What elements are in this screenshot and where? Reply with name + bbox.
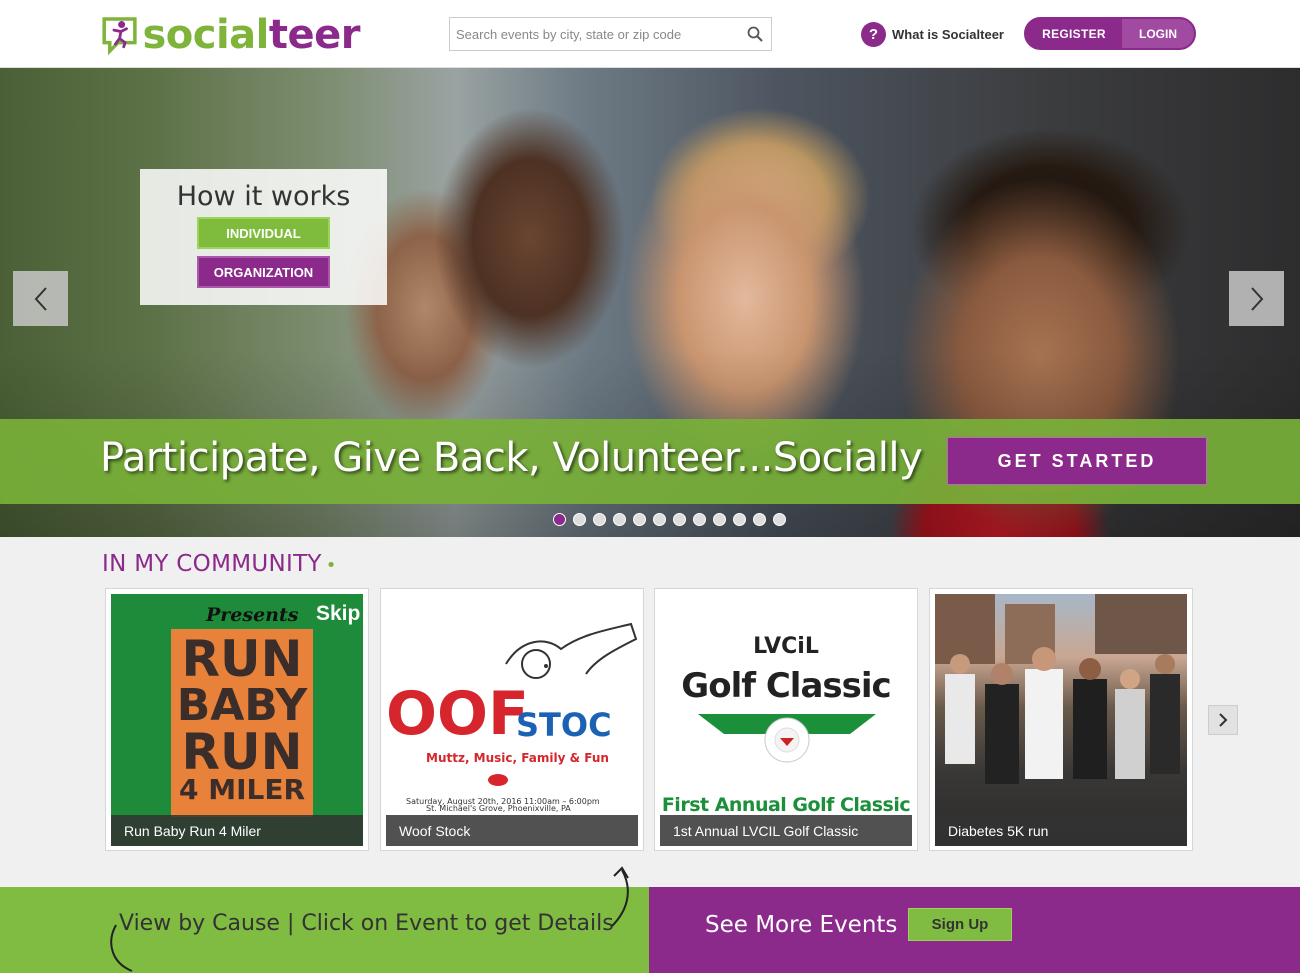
logo[interactable]: socialteer bbox=[100, 6, 361, 64]
carousel-dot[interactable] bbox=[573, 513, 586, 526]
community-title: IN MY COMMUNITY • bbox=[102, 551, 337, 577]
carousel-dot[interactable] bbox=[673, 513, 686, 526]
event-caption: Woof Stock bbox=[386, 815, 638, 846]
event-card[interactable]: Diabetes 5K run bbox=[929, 588, 1193, 851]
curl-arrow-icon bbox=[611, 866, 629, 927]
title-bullet: • bbox=[325, 555, 337, 576]
carousel-dot[interactable] bbox=[653, 513, 666, 526]
event-card[interactable]: Presents Skip RUN BABY RUN 4 MILER Run B… bbox=[105, 588, 369, 851]
view-by-cause-bar: View by Cause | Click on Event to get De… bbox=[0, 887, 649, 973]
what-is-link[interactable]: ? What is Socialteer bbox=[861, 22, 1004, 47]
event-caption: Diabetes 5K run bbox=[935, 815, 1187, 846]
event-image: Diabetes 5K run bbox=[935, 594, 1187, 846]
see-more-events-link[interactable]: See More Events bbox=[705, 912, 897, 938]
community-title-text: IN MY COMMUNITY bbox=[102, 551, 322, 577]
carousel-dot[interactable] bbox=[633, 513, 646, 526]
auth-buttons: REGISTER LOGIN bbox=[1024, 17, 1196, 50]
event-image: LVCiL Golf Classic First Annual Golf Cla… bbox=[660, 594, 912, 846]
search-icon[interactable] bbox=[739, 18, 771, 50]
individual-button[interactable]: INDIVIDUAL bbox=[197, 217, 330, 249]
organization-button[interactable]: ORGANIZATION bbox=[197, 256, 330, 288]
carousel-next-button[interactable] bbox=[1229, 271, 1284, 326]
event-card[interactable]: LVCiL Golf Classic First Annual Golf Cla… bbox=[654, 588, 918, 851]
event-card[interactable]: OOF STOC Muttz, Music, Family & Fun Satu… bbox=[380, 588, 644, 851]
event-caption: Run Baby Run 4 Miler bbox=[111, 815, 363, 846]
logo-text-social: social bbox=[142, 12, 269, 58]
hero-banner: Participate, Give Back, Volunteer...Soci… bbox=[0, 419, 1300, 504]
hero-tagline: Participate, Give Back, Volunteer...Soci… bbox=[100, 435, 923, 481]
how-it-works-box: How it works INDIVIDUAL ORGANIZATION bbox=[140, 169, 387, 305]
woofstock-art: OOF STOC Muttz, Music, Family & Fun Satu… bbox=[386, 622, 638, 806]
poster-line: RUN bbox=[181, 630, 303, 688]
golf-title: Golf Classic bbox=[681, 666, 891, 706]
carousel-dot[interactable] bbox=[733, 513, 746, 526]
carousel-dot[interactable] bbox=[753, 513, 766, 526]
poster-presents: Presents bbox=[206, 604, 299, 626]
logo-wordmark: socialteer bbox=[142, 12, 360, 58]
event-caption: 1st Annual LVCIL Golf Classic bbox=[660, 815, 912, 846]
carousel-dot[interactable] bbox=[693, 513, 706, 526]
see-more-bar: See More Events Sign Up bbox=[649, 887, 1300, 973]
search-input[interactable] bbox=[450, 18, 739, 50]
login-button[interactable]: LOGIN bbox=[1122, 19, 1194, 48]
woofstock-sub: Muttz, Music, Family & Fun bbox=[426, 751, 609, 765]
what-is-label: What is Socialteer bbox=[892, 27, 1004, 42]
curl-arrow-icon bbox=[110, 924, 133, 972]
carousel-prev-button[interactable] bbox=[13, 271, 68, 326]
poster-skip: Skip bbox=[316, 602, 361, 625]
carousel-dot[interactable] bbox=[613, 513, 626, 526]
search-box bbox=[449, 17, 772, 51]
golf-ribbon bbox=[698, 714, 876, 763]
site-header: socialteer ? What is Socialteer REGISTER… bbox=[0, 0, 1300, 68]
logo-text-teer: teer bbox=[268, 12, 361, 58]
poster-sign: RUN BABY RUN 4 MILER bbox=[171, 629, 313, 817]
chevron-right-icon bbox=[1219, 713, 1228, 727]
sign-up-button[interactable]: Sign Up bbox=[908, 908, 1012, 941]
runners-photo bbox=[935, 594, 1187, 784]
event-image: OOF STOC Muttz, Music, Family & Fun Satu… bbox=[386, 594, 638, 846]
poster-line: 4 MILER bbox=[178, 773, 306, 806]
golf-org: LVCiL bbox=[753, 634, 819, 659]
get-started-button[interactable]: GET STARTED bbox=[947, 437, 1207, 485]
question-icon: ? bbox=[861, 22, 886, 47]
event-image: Presents Skip RUN BABY RUN 4 MILER Run B… bbox=[111, 594, 363, 846]
carousel-dot[interactable] bbox=[713, 513, 726, 526]
carousel-dot[interactable] bbox=[553, 513, 566, 526]
woofstock-brand-b: STOC bbox=[516, 706, 612, 744]
chevron-right-icon bbox=[1250, 286, 1263, 311]
carousel-dot[interactable] bbox=[773, 513, 786, 526]
carousel-dots bbox=[553, 513, 786, 526]
chevron-left-icon bbox=[34, 286, 47, 311]
poster-line: RUN bbox=[181, 723, 303, 781]
how-it-works-title: How it works bbox=[176, 181, 351, 212]
woofstock-place: St. Michael's Grove, Phoenixville, PA bbox=[426, 804, 571, 813]
hero-carousel: How it works INDIVIDUAL ORGANIZATION Par… bbox=[0, 68, 1300, 537]
carousel-dot[interactable] bbox=[593, 513, 606, 526]
events-next-button[interactable] bbox=[1208, 705, 1238, 735]
register-button[interactable]: REGISTER bbox=[1026, 19, 1122, 48]
woofstock-brand-a: OOF bbox=[386, 679, 529, 749]
logo-icon bbox=[102, 17, 137, 56]
golf-subtitle: First Annual Golf Classic bbox=[661, 794, 911, 816]
view-by-cause-text: View by Cause | Click on Event to get De… bbox=[119, 911, 614, 936]
